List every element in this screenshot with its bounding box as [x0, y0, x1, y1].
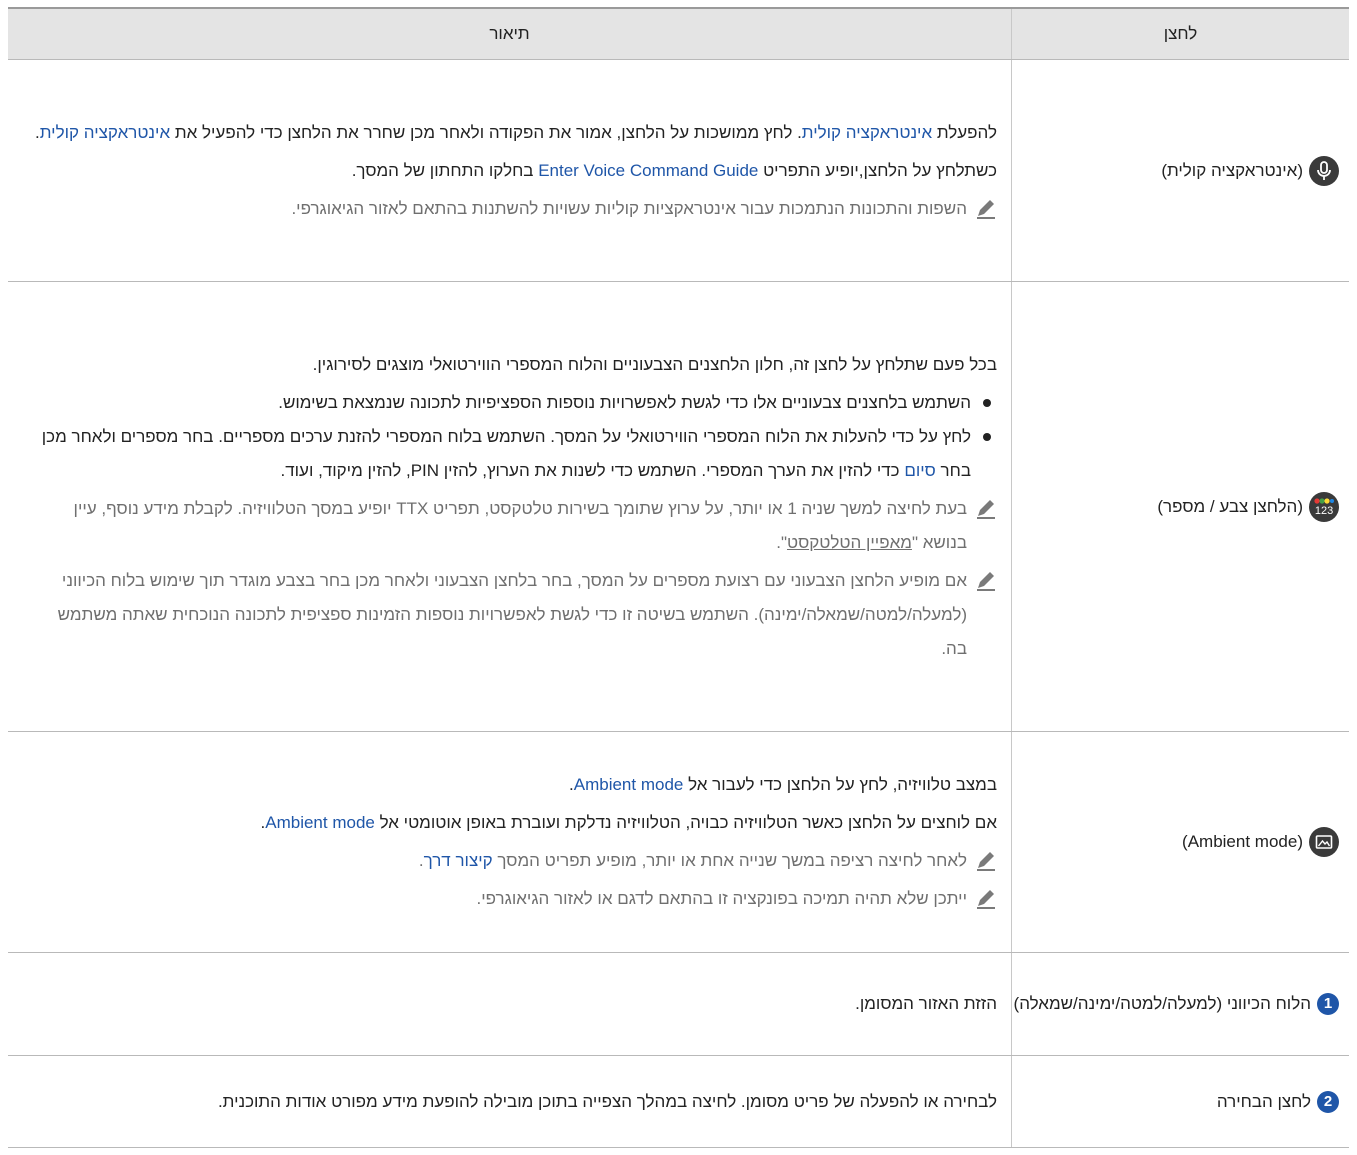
- description-paragraph: להפעלת אינטראקציה קולית. לחץ ממושכות על …: [28, 116, 997, 150]
- button-name: 123 (הלחצן צבע / מספר): [1012, 490, 1339, 524]
- table-row: (אינטראקציה קולית) להפעלת אינטראקציה קול…: [8, 59, 1349, 282]
- note: ייתכן שלא תהיה תמיכה בפונקציה זו בהתאם ל…: [28, 882, 997, 916]
- button-label: (Ambient mode): [1182, 832, 1303, 851]
- remote-buttons-table: לחצן תיאור (אינטראקציה קולית) להפעלת אינ…: [8, 7, 1349, 1148]
- voice-command-guide-link[interactable]: Enter Voice Command Guide: [538, 161, 758, 180]
- header-description-column: תיאור: [8, 7, 1012, 60]
- description-paragraph: בכל פעם שתלחץ על לחצן זה, חלון הלחצנים ה…: [312, 354, 997, 374]
- microphone-icon: [1309, 155, 1339, 186]
- table-row: (Ambient mode) במצב טלוויזיה, לחץ על הלח…: [8, 731, 1349, 953]
- text-span: כדי להזין את הערך המספרי. השתמש כדי לשנו…: [280, 460, 905, 480]
- note-text: ייתכן שלא תהיה תמיכה בפונקציה זו בהתאם ל…: [476, 889, 967, 908]
- button-cell: (אינטראקציה קולית): [1011, 59, 1349, 282]
- description-cell: הזזת האזור המסומן.: [8, 952, 1012, 1056]
- description-paragraph: הזזת האזור המסומן.: [855, 994, 997, 1013]
- teletext-link[interactable]: מאפיין הטלטקסט: [787, 533, 912, 552]
- icon-text: 123: [1314, 504, 1334, 517]
- pencil-icon: [975, 849, 997, 871]
- header-button-column: לחצן: [1011, 7, 1349, 60]
- shortcut-link[interactable]: קיצור דרך: [424, 851, 493, 870]
- button-label: (אינטראקציה קולית): [1161, 160, 1303, 180]
- button-label: לחצן הבחירה: [1216, 1091, 1311, 1111]
- button-name: (אינטראקציה קולית): [1012, 154, 1339, 188]
- bullet-dot: [983, 432, 991, 441]
- button-name: 1 הלוח הכיווני (למעלה/למטה/ימינה/שמאלה): [1012, 987, 1339, 1021]
- ambient-mode-icon: [1309, 827, 1339, 857]
- table-row: 123 (הלחצן צבע / מספר) בכל פעם שתלחץ על …: [8, 281, 1349, 732]
- note-text: בעת לחיצה למשך שניה 1 או יותר, על ערוץ ש…: [28, 492, 967, 560]
- text-span: בחלקו התחתון של המסך.: [351, 160, 539, 180]
- voice-interaction-link[interactable]: אינטראקציה קולית: [40, 123, 170, 142]
- ambient-mode-link[interactable]: Ambient mode: [574, 775, 684, 794]
- button-cell: (Ambient mode): [1011, 731, 1349, 953]
- text-span: כשתלחץ על הלחצן,יופיע התפריט: [758, 160, 997, 180]
- button-name: 2 לחצן הבחירה: [1012, 1085, 1339, 1119]
- table-header-row: לחצן תיאור: [8, 7, 1349, 60]
- text-span: אם לוחצים על הלחצן כאשר הטלוויזיה כבויה,…: [374, 813, 997, 832]
- table-row: 1 הלוח הכיווני (למעלה/למטה/ימינה/שמאלה) …: [8, 952, 1349, 1056]
- bullet-item: לחץ על כדי להעלות את הלוח המספרי הווירטו…: [28, 420, 997, 488]
- note-text: השפות והתכונות הנתמכות עבור אינטראקציות …: [291, 198, 967, 218]
- ambient-mode-link[interactable]: Ambient mode: [265, 813, 375, 832]
- description-cell: בכל פעם שתלחץ על לחצן זה, חלון הלחצנים ה…: [8, 281, 1012, 732]
- bullet-item: השתמש בלחצנים צבעוניים אלו כדי לגשת לאפש…: [28, 386, 997, 420]
- description-paragraph: כשתלחץ על הלחצן,יופיע התפריט Enter Voice…: [28, 154, 997, 188]
- description-cell: לבחירה או להפעלה של פריט מסומן. לחיצה במ…: [8, 1055, 1012, 1148]
- description-paragraph: במצב טלוויזיה, לחץ על הלחצן כדי לעבור אל…: [28, 768, 997, 802]
- pencil-icon: [975, 569, 997, 591]
- pencil-icon: [975, 887, 997, 909]
- pencil-icon: [975, 197, 997, 219]
- text-span: . לחץ ממושכות על הלחצן, אמור את הפקודה ו…: [170, 122, 802, 142]
- description-paragraph: אם לוחצים על הלחצן כאשר הטלוויזיה כבויה,…: [28, 806, 997, 840]
- description-paragraph: לבחירה או להפעלה של פריט מסומן. לחיצה במ…: [217, 1091, 997, 1111]
- button-cell: 1 הלוח הכיווני (למעלה/למטה/ימינה/שמאלה): [1011, 952, 1349, 1056]
- button-label: (הלחצן צבע / מספר): [1157, 496, 1303, 516]
- done-link[interactable]: סיום: [904, 461, 936, 480]
- button-name: (Ambient mode): [1012, 825, 1339, 859]
- text-span: ".: [776, 532, 787, 552]
- bullet-text: לחץ על כדי להעלות את הלוח המספרי הווירטו…: [28, 420, 971, 488]
- note: בעת לחיצה למשך שניה 1 או יותר, על ערוץ ש…: [28, 492, 997, 560]
- pencil-icon: [975, 497, 997, 519]
- text-span: להפעלת: [932, 122, 997, 142]
- voice-interaction-link[interactable]: אינטראקציה קולית: [802, 123, 932, 142]
- note: השפות והתכונות הנתמכות עבור אינטראקציות …: [28, 192, 997, 226]
- note: לאחר לחיצה רציפה במשך שנייה אחת או יותר,…: [28, 844, 997, 878]
- text-span: במצב טלוויזיה, לחץ על הלחצן כדי לעבור אל: [683, 775, 997, 794]
- note: אם מופיע הלחצן הצבעוני עם רצועת מספרים ע…: [28, 564, 997, 666]
- note-text: אם מופיע הלחצן הצבעוני עם רצועת מספרים ע…: [57, 570, 967, 658]
- button-cell: 123 (הלחצן צבע / מספר): [1011, 281, 1349, 732]
- color-number-icon: 123: [1309, 491, 1339, 522]
- number-badge: 2: [1317, 1090, 1339, 1113]
- note-text: לאחר לחיצה רציפה במשך שנייה אחת או יותר,…: [419, 844, 967, 878]
- description-cell: במצב טלוויזיה, לחץ על הלחצן כדי לעבור אל…: [8, 731, 1012, 953]
- description-cell: להפעלת אינטראקציה קולית. לחץ ממושכות על …: [8, 59, 1012, 282]
- button-label: הלוח הכיווני (למעלה/למטה/ימינה/שמאלה): [1013, 994, 1311, 1013]
- bullet-text: השתמש בלחצנים צבעוניים אלו כדי לגשת לאפש…: [278, 392, 971, 412]
- table-row: 2 לחצן הבחירה לבחירה או להפעלה של פריט מ…: [8, 1055, 1349, 1148]
- button-cell: 2 לחצן הבחירה: [1011, 1055, 1349, 1148]
- text-span: לאחר לחיצה רציפה במשך שנייה אחת או יותר,…: [492, 851, 967, 870]
- number-badge: 1: [1317, 993, 1339, 1015]
- bullet-dot: [983, 398, 991, 407]
